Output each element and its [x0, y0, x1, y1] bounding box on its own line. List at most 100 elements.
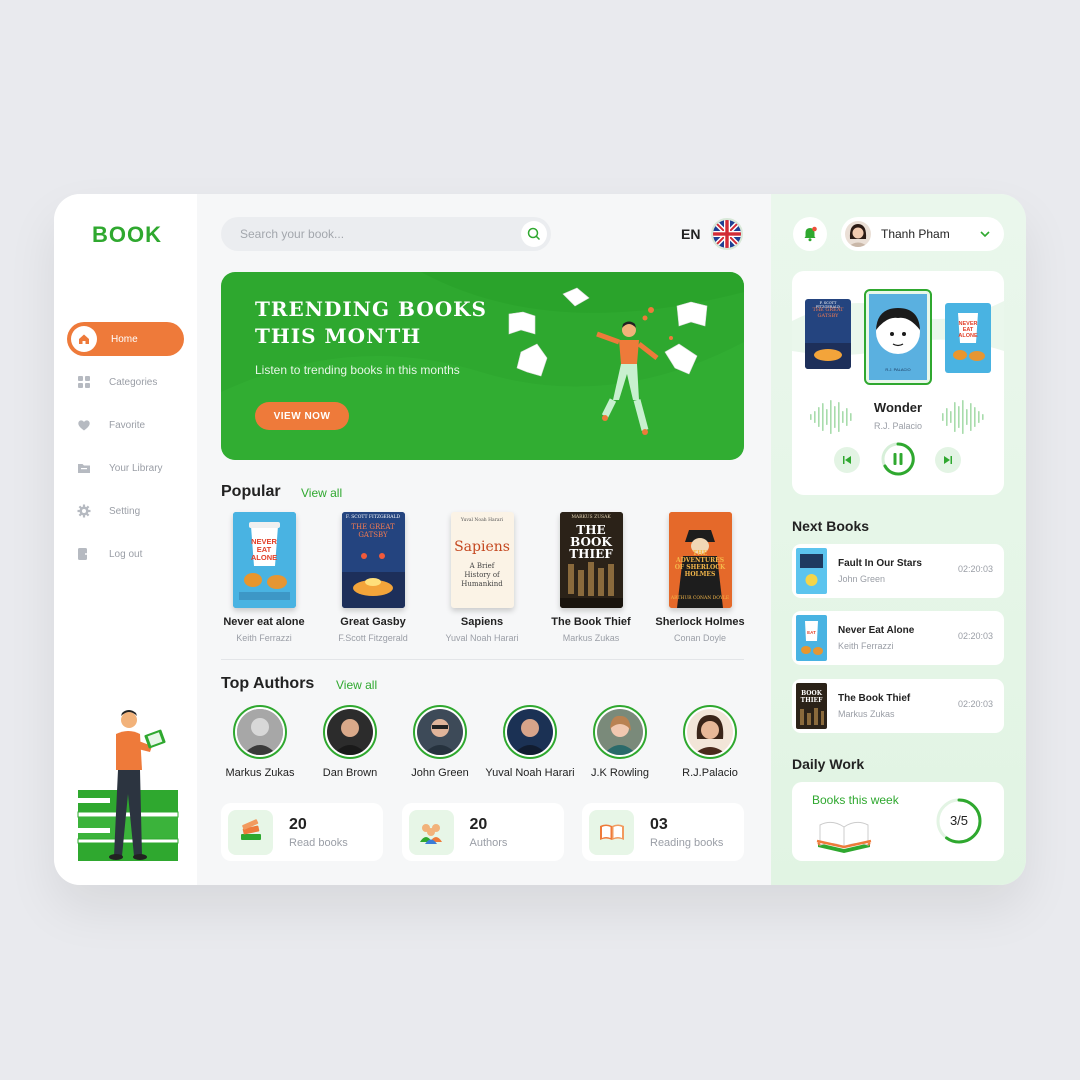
avatar: [323, 705, 377, 759]
book-title: Sherlock Holmes: [655, 616, 745, 628]
user-menu[interactable]: Thanh Pham: [841, 217, 1004, 251]
user-name: Thanh Pham: [881, 227, 950, 241]
cover-subtitle: A Brief History of Humankind: [461, 562, 503, 588]
next-book-author: Markus Zukas: [838, 709, 895, 719]
folder-icon: [77, 461, 91, 475]
language-code[interactable]: EN: [681, 226, 700, 242]
author-card[interactable]: J.K Rowling: [575, 705, 665, 779]
view-now-button[interactable]: VIEW NOW: [255, 402, 349, 430]
people-icon: [408, 809, 454, 855]
previous-button[interactable]: [834, 447, 860, 473]
logout-icon: [77, 547, 91, 561]
sidebar-item-logout[interactable]: Log out: [67, 537, 184, 571]
uk-flag-icon[interactable]: [711, 218, 743, 250]
daily-work-label: Books this week: [812, 793, 899, 807]
sidebar-item-library[interactable]: Your Library: [67, 451, 184, 485]
cover-title: NEVER EAT ALONE: [945, 321, 991, 339]
avatar: [413, 705, 467, 759]
book-author: Conan Doyle: [673, 633, 727, 643]
daily-work-card[interactable]: Books this week 3/5: [792, 782, 1004, 861]
book-card[interactable]: MARKUS ZUSAK THE BOOK THIEF The Book Thi…: [544, 512, 638, 643]
banner-title: TRENDING BOOKS THIS MONTH: [255, 297, 487, 348]
chevron-down-icon[interactable]: [978, 227, 992, 241]
next-book-item[interactable]: BOOK THIEF The Book Thief Markus Zukas 02:…: [792, 679, 1004, 733]
cover-text: ALONE: [250, 553, 278, 562]
svg-text:THIEF: THIEF: [801, 697, 824, 704]
stat-label: Read books: [289, 836, 348, 849]
cover-text: ALONE: [958, 333, 978, 339]
author-card[interactable]: John Green: [395, 705, 485, 779]
sidebar-nav: Home Categories Favorite Your Library Se…: [67, 322, 184, 580]
avatar: [233, 705, 287, 759]
avatar: [503, 705, 557, 759]
previous-book-cover[interactable]: F. SCOTT FITZGERALD THE GREAT GATSBY: [805, 299, 851, 369]
sidebar-item-setting[interactable]: Setting: [67, 494, 184, 528]
sidebar: BOOK Home Categories Favorite Your Libra…: [54, 194, 197, 885]
book-card[interactable]: NEVER EAT ALONE Never eat alone Keith Fe…: [217, 512, 311, 643]
author-name: Yuval Noah Harari: [485, 767, 575, 779]
book-cover: MARKUS ZUSAK THE BOOK THIEF: [559, 512, 623, 608]
author-name: R.J.Palacio: [682, 767, 738, 779]
next-book-cover[interactable]: NEVER EAT ALONE: [945, 303, 991, 373]
book-author: F.Scott Fitzgerald: [338, 633, 408, 643]
app-window: BOOK Home Categories Favorite Your Libra…: [54, 194, 1026, 885]
book-card[interactable]: THE ADVENTURES OF SHERLOCK HOLMES ARTHUR…: [653, 512, 747, 643]
book-cover: [796, 548, 827, 594]
logo[interactable]: BOOK: [92, 222, 162, 248]
search-bar: [221, 217, 551, 251]
next-button[interactable]: [935, 447, 961, 473]
sidebar-item-categories[interactable]: Categories: [67, 365, 184, 399]
popular-view-all-link[interactable]: View all: [301, 486, 342, 500]
book-cover: EAT: [796, 615, 827, 661]
author-name: John Green: [411, 767, 469, 779]
main-content: EN TRENDING BOOKS THIS MONTH Listen to t…: [197, 194, 771, 885]
next-book-item[interactable]: Fault In Our Stars John Green 02:20:03: [792, 544, 1004, 598]
sidebar-item-favorite[interactable]: Favorite: [67, 408, 184, 442]
cover-author: F. SCOTT FITZGERALD: [345, 515, 401, 520]
authors-list: Markus Zukas Dan Brown John Green Yuval …: [215, 705, 755, 779]
author-card[interactable]: Dan Brown: [305, 705, 395, 779]
section-divider: [221, 659, 744, 660]
next-book-author: John Green: [838, 574, 886, 584]
cover-author: Yuval Noah Harari: [460, 518, 504, 523]
next-book-duration: 02:20:03: [957, 699, 993, 709]
book-card[interactable]: Yuval Noah Harari Sapiens A Brief Histor…: [435, 512, 529, 643]
book-title: Never eat alone: [223, 616, 305, 628]
search-icon[interactable]: [521, 221, 547, 247]
stat-value: 20: [289, 815, 307, 833]
author-name: Dan Brown: [322, 767, 378, 779]
search-input[interactable]: [240, 227, 510, 241]
author-card[interactable]: Markus Zukas: [215, 705, 305, 779]
grid-icon: [77, 375, 91, 389]
book-title: Sapiens: [460, 616, 504, 628]
audio-player: F. SCOTT FITZGERALD THE GREAT GATSBY won…: [792, 271, 1004, 495]
pause-button[interactable]: [881, 442, 915, 476]
avatar: [683, 705, 737, 759]
sidebar-item-label: Home: [111, 333, 138, 345]
next-book-author: Keith Ferrazzi: [838, 641, 894, 651]
stat-value: 20: [469, 815, 488, 833]
skip-previous-icon: [843, 456, 851, 464]
notification-bell-icon[interactable]: [793, 217, 827, 251]
cover-title: THE ADVENTURES OF SHERLOCK HOLMES: [674, 550, 726, 578]
current-book-cover[interactable]: wonder R.J. PALACIO: [864, 289, 932, 385]
author-card[interactable]: R.J.Palacio: [665, 705, 755, 779]
book-card[interactable]: F. SCOTT FITZGERALD THE GREAT GATSBY Gre…: [326, 512, 420, 643]
sidebar-item-label: Setting: [109, 505, 141, 517]
heart-icon: [77, 418, 91, 432]
next-books-title: Next Books: [792, 518, 870, 534]
book-cover: NEVER EAT ALONE: [232, 512, 296, 608]
book-author: Keith Ferrazzi: [236, 633, 292, 643]
author-card[interactable]: Yuval Noah Harari: [485, 705, 575, 779]
authors-view-all-link[interactable]: View all: [336, 678, 377, 692]
next-book-duration: 02:20:03: [957, 631, 993, 641]
stat-card-reading-books[interactable]: 03 Reading books: [582, 803, 744, 861]
cover-author: MARKUS ZUSAK: [571, 515, 611, 520]
stat-card-authors[interactable]: 20 Authors: [401, 803, 564, 861]
sidebar-item-label: Your Library: [109, 462, 163, 474]
stat-card-read-books[interactable]: 20 Read books: [221, 803, 383, 861]
sidebar-item-home[interactable]: Home: [67, 322, 184, 356]
next-book-item[interactable]: EAT Never Eat Alone Keith Ferrazzi 02:20:…: [792, 611, 1004, 665]
cover-author: ARTHUR CONAN DOYLE: [670, 596, 730, 601]
next-book-title: Never Eat Alone: [838, 625, 915, 636]
